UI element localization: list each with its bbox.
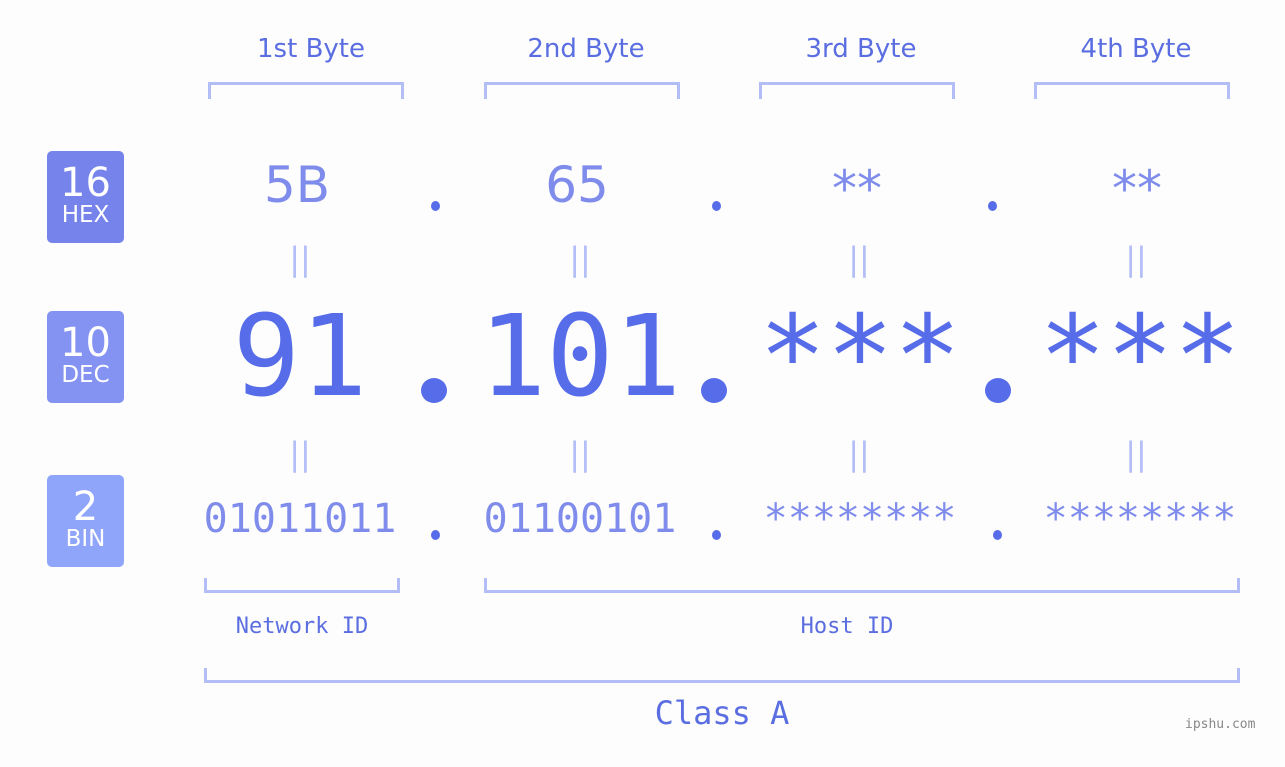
bin-dot-3 (993, 530, 1002, 540)
host-id-label: Host ID (800, 614, 894, 639)
dec-dot-3 (985, 378, 1011, 403)
equals-dec-bin-2: || (569, 435, 591, 473)
byte-header-1: 1st Byte (257, 34, 365, 64)
dec-dot-2 (701, 378, 727, 403)
network-id-bracket (204, 578, 400, 593)
byte-header-4: 4th Byte (1080, 34, 1192, 64)
byte-header-3: 3rd Byte (805, 34, 917, 64)
bin-label: BIN (65, 526, 106, 552)
hex-badge: 16 HEX (47, 151, 124, 243)
class-bracket (204, 668, 1240, 683)
equals-dec-bin-1: || (289, 435, 311, 473)
bin-dot-2 (712, 530, 721, 540)
dec-dot-1 (421, 378, 447, 403)
hex-value-2: 65 (545, 156, 609, 214)
bin-value-1: 01011011 (203, 496, 397, 542)
hex-value-1: 5B (263, 156, 331, 214)
hex-dot-1 (431, 201, 440, 211)
byte-header-2: 2nd Byte (527, 34, 645, 64)
equals-hex-dec-4: || (1125, 240, 1147, 278)
bin-badge: 2 BIN (47, 475, 124, 567)
dec-badge: 10 DEC (47, 311, 124, 403)
network-id-label: Network ID (235, 614, 369, 639)
dec-value-1: 91 (232, 292, 368, 422)
equals-dec-bin-4: || (1125, 435, 1147, 473)
bin-value-4: ******** (1043, 496, 1237, 542)
equals-hex-dec-3: || (848, 240, 870, 278)
dec-value-2: 101 (478, 292, 682, 422)
bin-base: 2 (72, 484, 99, 530)
dec-label: DEC (61, 362, 110, 388)
equals-dec-bin-3: || (848, 435, 870, 473)
dec-base: 10 (60, 320, 111, 366)
hex-value-3: ** (832, 160, 882, 218)
host-id-bracket (484, 578, 1240, 593)
byte-bracket-3 (759, 82, 955, 99)
hex-value-4: ** (1112, 160, 1162, 218)
hex-label: HEX (61, 202, 110, 228)
byte-bracket-2 (484, 82, 680, 99)
bin-value-3: ******** (763, 496, 957, 542)
watermark: ipshu.com (1185, 717, 1256, 732)
bin-dot-1 (431, 530, 440, 540)
dec-value-4: *** (1038, 292, 1242, 422)
ip-class-label: Class A (654, 694, 790, 732)
byte-bracket-1 (208, 82, 404, 99)
byte-bracket-4 (1034, 82, 1230, 99)
hex-dot-3 (988, 201, 997, 211)
equals-hex-dec-2: || (569, 240, 591, 278)
dec-value-3: *** (758, 292, 962, 422)
hex-base: 16 (60, 160, 111, 206)
equals-hex-dec-1: || (289, 240, 311, 278)
bin-value-2: 01100101 (483, 496, 677, 542)
hex-dot-2 (712, 201, 721, 211)
